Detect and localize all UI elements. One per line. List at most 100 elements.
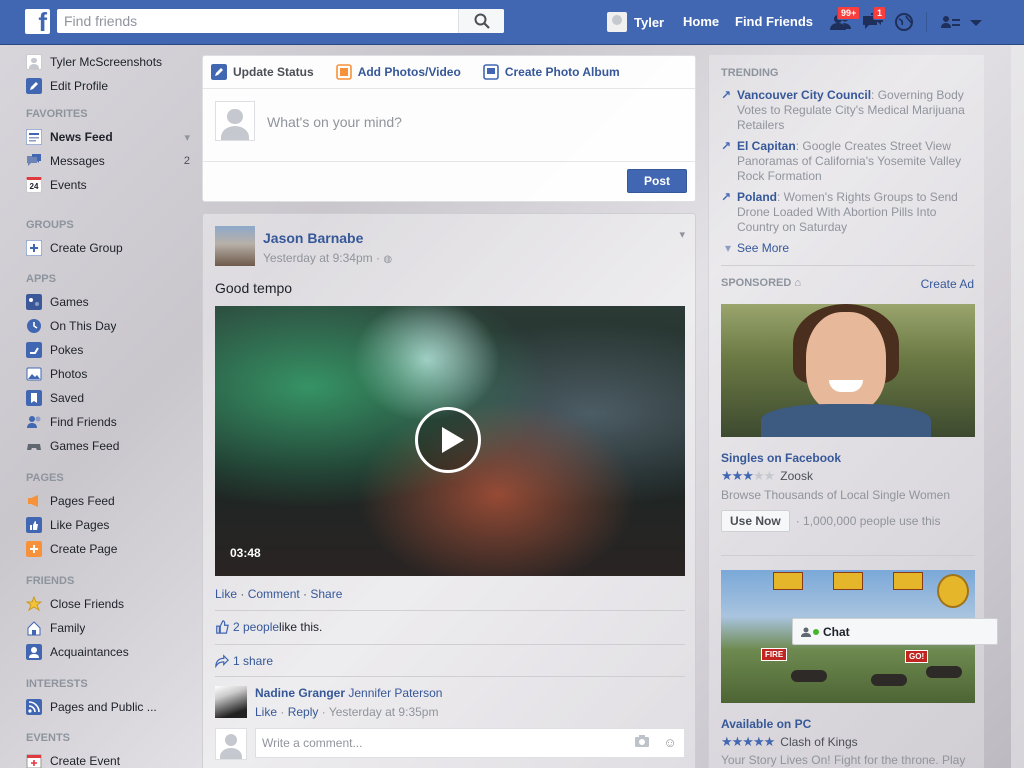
sidebar-item-family[interactable]: Family	[26, 617, 196, 639]
friend-requests-button[interactable]: 99+	[829, 6, 861, 33]
create-event-icon	[26, 754, 42, 768]
tab-label: Update Status	[233, 65, 314, 79]
sidebar-item-games-feed[interactable]: Games Feed	[26, 435, 196, 457]
sidebar-item-on-this-day[interactable]: On This Day	[26, 315, 196, 337]
see-more-link[interactable]: ▾ See More	[725, 241, 789, 255]
top-bar: f Tyler Home Find Friends 99+ 1	[0, 0, 1024, 45]
nav-profile-link[interactable]: Tyler	[607, 10, 664, 34]
divider	[215, 644, 685, 645]
meta-separator: ·	[375, 251, 380, 265]
photo-icon	[335, 64, 352, 80]
sidebar-item-edit-profile[interactable]: Edit Profile	[26, 75, 196, 97]
sidebar-item-saved[interactable]: Saved	[26, 387, 196, 409]
ad-cta: Use Now · 1,000,000 people use this	[721, 510, 940, 532]
create-ad-link[interactable]: Create Ad	[921, 277, 974, 291]
sponsored-heading: SPONSORED ⌂	[721, 277, 802, 289]
page-scrollbar[interactable]	[1011, 45, 1024, 768]
like-button[interactable]: Like	[215, 587, 237, 601]
comment-input[interactable]	[262, 736, 622, 750]
video-player[interactable]: 03:48	[215, 306, 685, 576]
tab-add-photos[interactable]: Add Photos/Video	[335, 64, 461, 80]
emoji-icon[interactable]: ☺	[662, 735, 678, 751]
comment-like-button[interactable]: Like	[255, 705, 277, 719]
trending-title[interactable]: Poland	[737, 190, 777, 204]
comment-timestamp[interactable]: Yesterday at 9:35pm	[329, 705, 439, 719]
rating-stars: ★★★★★	[721, 468, 775, 483]
tagged-user-link[interactable]: Jennifer Paterson	[348, 686, 442, 700]
camera-icon[interactable]	[634, 735, 650, 751]
notifications-button[interactable]	[893, 11, 917, 33]
nav-find-friends-link[interactable]: Find Friends	[735, 14, 813, 29]
meta-separator: ·	[318, 705, 329, 719]
ad-image[interactable]	[721, 304, 975, 437]
ad-description: Your Story Lives On! Fight for the thron…	[721, 753, 966, 767]
like-pages-icon	[26, 517, 42, 533]
chevron-down-icon[interactable]: ▾	[679, 228, 685, 241]
sidebar-item-pokes[interactable]: Pokes	[26, 339, 196, 361]
sidebar-item-pages-and-public[interactable]: Pages and Public ...	[26, 696, 196, 718]
sidebar-item-messages[interactable]: Messages 2	[26, 150, 196, 172]
trending-item[interactable]: ↗ Vancouver City Council: Governing Body…	[721, 88, 971, 133]
sidebar-item-photos[interactable]: Photos	[26, 363, 196, 385]
sidebar-item-profile[interactable]: Tyler McScreenshots	[26, 51, 196, 73]
sidebar-item-label: Edit Profile	[50, 79, 109, 93]
section-favorites: FAVORITES	[26, 108, 88, 120]
crown-icon	[937, 574, 969, 608]
avatar[interactable]	[215, 226, 255, 266]
sidebar-item-create-group[interactable]: Create Group	[26, 237, 196, 259]
trending-item[interactable]: ↗ El Capitan: Google Creates Street View…	[721, 139, 971, 184]
messages-icon	[27, 154, 41, 166]
comment-button[interactable]: Comment	[248, 587, 300, 601]
story-timestamp[interactable]: Yesterday at 9:34pm	[263, 251, 373, 265]
trending-title[interactable]: El Capitan	[737, 139, 796, 153]
sidebar-item-label: Events	[50, 178, 87, 192]
chat-tab[interactable]: Chat	[792, 618, 998, 645]
play-icon[interactable]	[415, 407, 481, 473]
status-input[interactable]: What's on your mind?	[267, 114, 402, 130]
sidebar-item-find-friends[interactable]: Find Friends	[26, 411, 196, 433]
story-text: Good tempo	[215, 280, 293, 296]
sidebar-item-acquaintances[interactable]: Acquaintances	[26, 641, 196, 663]
comment-reply-button[interactable]: Reply	[288, 705, 319, 719]
nav-home-link[interactable]: Home	[683, 14, 719, 29]
sidebar-item-label: Close Friends	[50, 597, 125, 611]
tab-create-album[interactable]: Create Photo Album	[483, 64, 620, 80]
ad-title-link[interactable]: Available on PC	[721, 717, 811, 731]
sidebar-item-games[interactable]: Games	[26, 291, 196, 313]
account-menu-button[interactable]	[968, 11, 992, 33]
sidebar-item-create-page[interactable]: Create Page	[26, 538, 196, 560]
search-input[interactable]	[57, 9, 458, 33]
avatar[interactable]	[215, 686, 247, 718]
sidebar-item-create-event[interactable]: Create Event	[26, 750, 196, 768]
sidebar-item-label: Create Page	[50, 542, 118, 556]
create-page-icon	[26, 541, 42, 557]
sidebar-item-label: Family	[50, 621, 86, 635]
share-button[interactable]: Share	[310, 587, 342, 601]
ad-title-link[interactable]: Singles on Facebook	[721, 451, 841, 465]
video-duration: 03:48	[230, 546, 261, 560]
facebook-logo[interactable]: f	[25, 9, 50, 34]
avatar	[607, 12, 627, 32]
use-now-button[interactable]: Use Now	[721, 510, 790, 532]
sidebar-item-news-feed[interactable]: News Feed ▾	[26, 126, 196, 148]
shares-link[interactable]: 1 share	[233, 654, 273, 668]
sidebar-item-label: Find Friends	[50, 415, 117, 429]
tab-update-status[interactable]: Update Status	[211, 64, 314, 80]
post-button[interactable]: Post	[627, 169, 687, 193]
search-button[interactable]	[458, 9, 504, 33]
trending-title[interactable]: Vancouver City Council	[737, 88, 871, 102]
sidebar-item-events[interactable]: 24 Events	[26, 174, 196, 196]
trending-item[interactable]: ↗ Poland: Women's Rights Groups to Send …	[721, 190, 971, 235]
sidebar-item-like-pages[interactable]: Like Pages	[26, 514, 196, 536]
acquaintances-icon	[26, 644, 42, 660]
likes-link[interactable]: 2 people	[233, 620, 279, 634]
messages-button[interactable]: 1	[861, 6, 887, 33]
sidebar-item-label: Create Group	[50, 241, 123, 255]
comment-author-link[interactable]: Nadine Granger	[255, 686, 345, 700]
story-author-link[interactable]: Jason Barnabe	[263, 230, 363, 246]
divider	[215, 676, 685, 677]
chevron-down-icon[interactable]: ▾	[184, 131, 196, 144]
sidebar-item-close-friends[interactable]: Close Friends	[26, 593, 196, 615]
privacy-shortcuts-button[interactable]	[940, 11, 964, 33]
sidebar-item-pages-feed[interactable]: Pages Feed	[26, 490, 196, 512]
